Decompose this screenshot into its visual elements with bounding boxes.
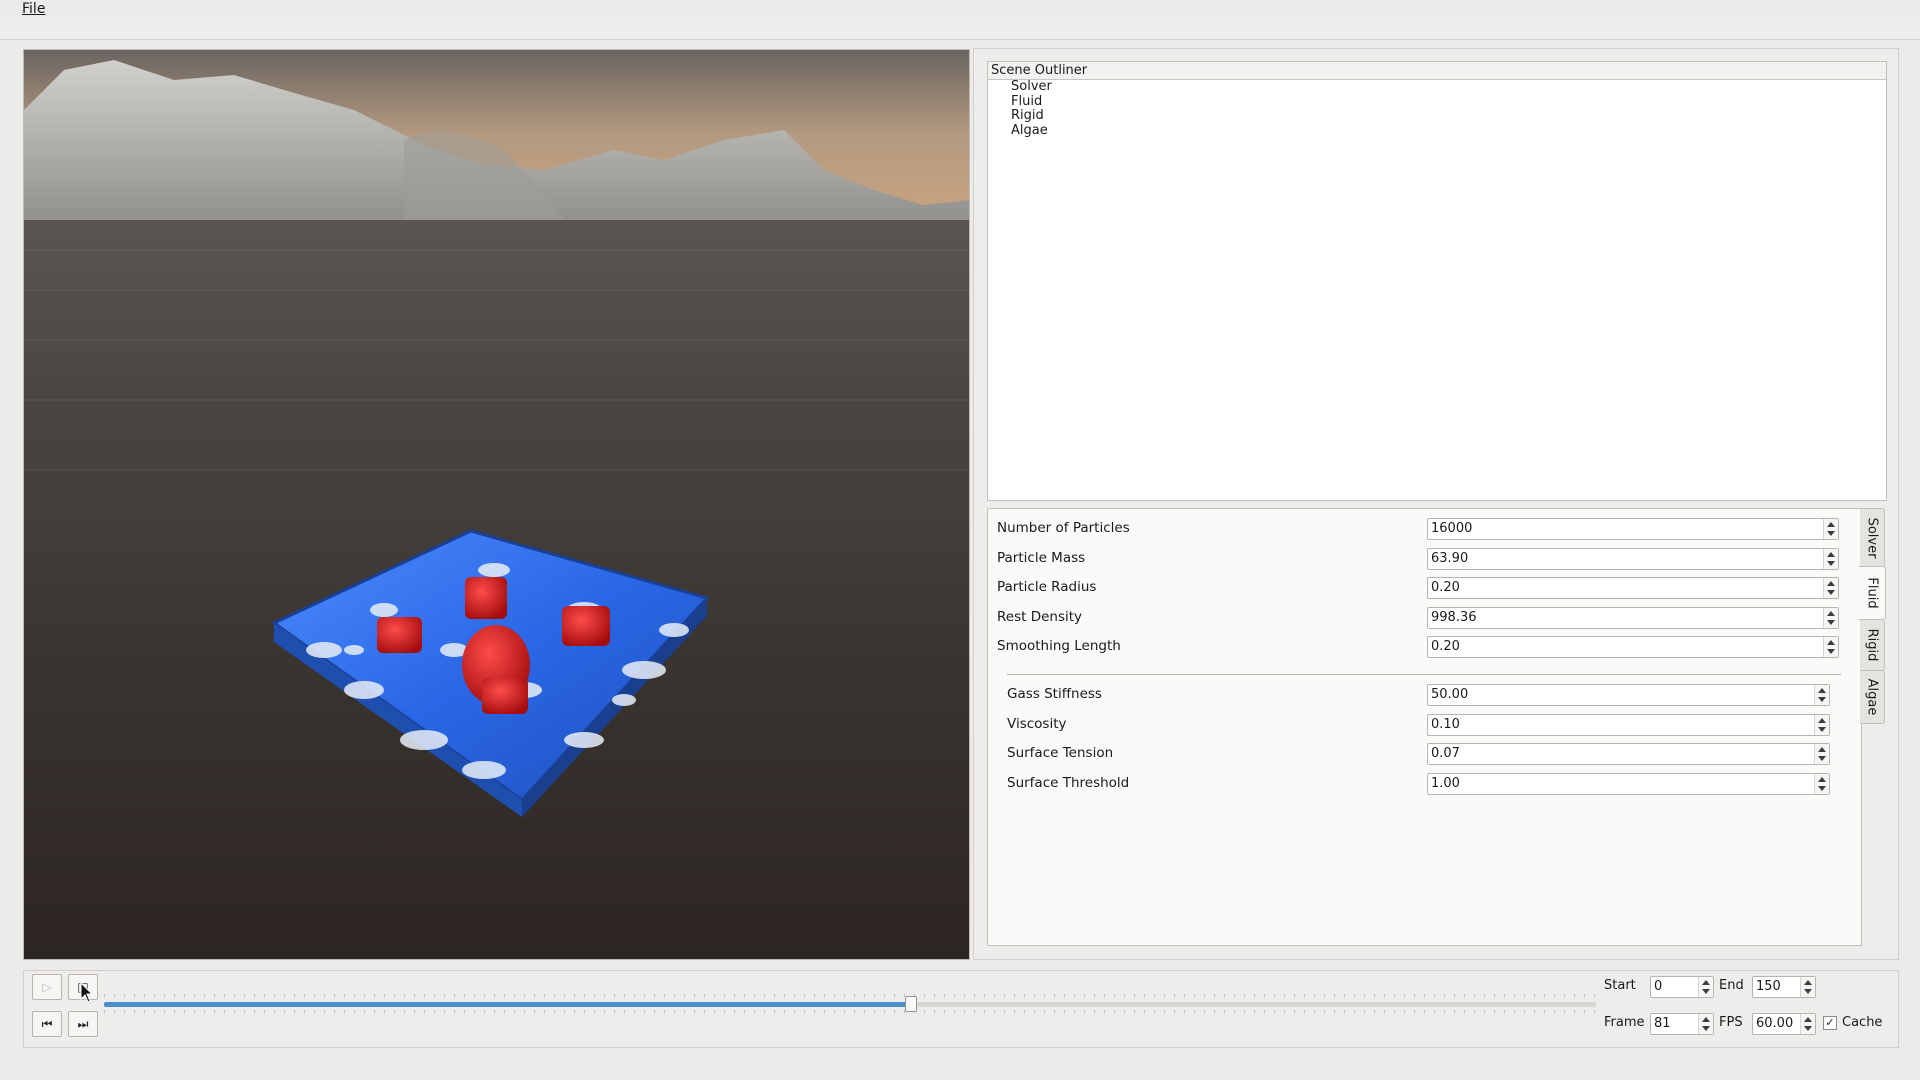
smoothing-length-label: Smoothing Length [997, 638, 1121, 654]
particle-radius-spinbox[interactable]: 0.20 [1427, 577, 1839, 599]
spin-arrows-icon[interactable] [1814, 744, 1829, 764]
skip-to-end-button[interactable]: ⏭ [68, 1011, 98, 1037]
mouse-cursor-icon [80, 982, 94, 1003]
timeline-slider-fill [104, 1002, 910, 1007]
smoothing-length-spinbox[interactable]: 0.20 [1427, 636, 1839, 658]
spin-arrows-icon[interactable] [1698, 977, 1713, 997]
fps-label: FPS [1719, 1015, 1743, 1030]
particle-mass-label: Particle Mass [997, 550, 1086, 566]
cache-checkbox[interactable]: ✓ [1823, 1016, 1837, 1030]
gass-stiffness-label: Gass Stiffness [1007, 686, 1102, 702]
spin-arrows-icon[interactable] [1823, 637, 1838, 657]
surface-threshold-label: Surface Threshold [1007, 775, 1130, 791]
properties-separator [1007, 674, 1841, 675]
3d-viewport[interactable] [23, 49, 970, 960]
spin-arrows-icon[interactable] [1823, 578, 1838, 598]
outliner-item-solver[interactable]: Solver [988, 79, 1886, 95]
outliner-item-rigid[interactable]: Rigid [988, 108, 1886, 124]
cache-label: Cache [1842, 1015, 1883, 1030]
frame-label: Frame [1604, 1015, 1645, 1030]
play-button[interactable]: ▷ [32, 974, 62, 1000]
tab-rigid[interactable]: Rigid [1860, 619, 1885, 671]
skip-to-end-icon: ⏭ [77, 1016, 89, 1031]
play-icon: ▷ [42, 980, 52, 994]
fps-spinbox[interactable]: 60.00 [1752, 1013, 1816, 1035]
timeline-slider-track[interactable] [104, 1002, 1596, 1007]
spin-arrows-icon[interactable] [1814, 774, 1829, 794]
outliner-item-fluid[interactable]: Fluid [988, 94, 1886, 110]
viscosity-label: Viscosity [1007, 716, 1067, 732]
tab-fluid[interactable]: Fluid [1859, 566, 1886, 620]
timeline-ticks-bottom [104, 1010, 1596, 1013]
rest-density-spinbox[interactable]: 998.36 [1427, 607, 1839, 629]
file-menu[interactable]: File [22, 1, 45, 17]
scene-outliner[interactable]: Scene Outliner Solver Fluid Rigid Algae [987, 61, 1887, 501]
viewport-scene [24, 50, 969, 959]
number-of-particles-label: Number of Particles [997, 520, 1130, 536]
spin-arrows-icon[interactable] [1800, 1014, 1815, 1034]
tab-algae[interactable]: Algae [1860, 670, 1885, 724]
timeline-ticks-top [104, 994, 1596, 997]
outliner-item-algae[interactable]: Algae [988, 123, 1886, 139]
spin-arrows-icon[interactable] [1823, 549, 1838, 569]
viscosity-spinbox[interactable]: 0.10 [1427, 714, 1830, 736]
spin-arrows-icon[interactable] [1800, 977, 1815, 997]
particle-radius-label: Particle Radius [997, 579, 1097, 595]
spin-arrows-icon[interactable] [1823, 608, 1838, 628]
gass-stiffness-spinbox[interactable]: 50.00 [1427, 684, 1830, 706]
spin-arrows-icon[interactable] [1823, 519, 1838, 539]
surface-tension-label: Surface Tension [1007, 745, 1114, 761]
start-frame-spinbox[interactable]: 0 [1650, 976, 1714, 998]
timeline-slider-handle[interactable] [904, 996, 917, 1012]
spin-arrows-icon[interactable] [1814, 715, 1829, 735]
outliner-header: Scene Outliner [988, 62, 1886, 80]
tab-solver[interactable]: Solver [1860, 508, 1885, 567]
surface-threshold-spinbox[interactable]: 1.00 [1427, 773, 1830, 795]
skip-to-start-icon: ⏮ [41, 1016, 53, 1031]
toolbar-strip [0, 19, 1920, 40]
start-label: Start [1604, 978, 1636, 993]
menubar: File [0, 0, 1920, 19]
end-label: End [1719, 978, 1744, 993]
particle-mass-spinbox[interactable]: 63.90 [1427, 548, 1839, 570]
rest-density-label: Rest Density [997, 609, 1083, 625]
number-of-particles-spinbox[interactable]: 16000 [1427, 518, 1839, 540]
spin-arrows-icon[interactable] [1814, 685, 1829, 705]
frame-spinbox[interactable]: 81 [1650, 1013, 1714, 1035]
end-frame-spinbox[interactable]: 150 [1752, 976, 1816, 998]
checkmark-icon: ✓ [1825, 1016, 1835, 1029]
spin-arrows-icon[interactable] [1698, 1014, 1713, 1034]
surface-tension-spinbox[interactable]: 0.07 [1427, 743, 1830, 765]
skip-to-start-button[interactable]: ⏮ [32, 1011, 62, 1037]
